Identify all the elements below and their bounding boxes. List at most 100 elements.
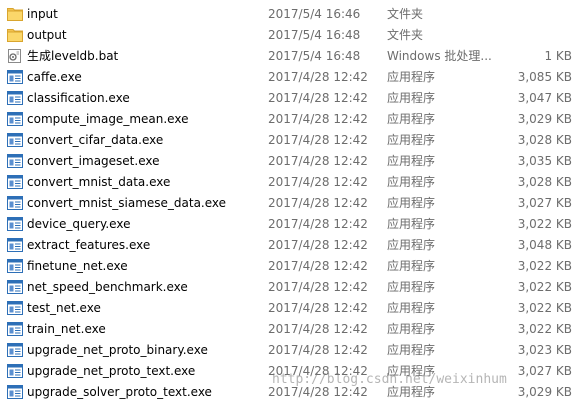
- file-date-modified: 2017/4/28 12:42: [268, 133, 368, 147]
- file-name[interactable]: output: [27, 25, 67, 46]
- file-type: 应用程序: [387, 238, 436, 252]
- file-name[interactable]: input: [27, 4, 58, 25]
- file-row[interactable]: test_net.exe 2017/4/28 12:42 应用程序 3,022 KB: [0, 298, 583, 319]
- file-size: 3,023 KB: [517, 343, 572, 357]
- file-type: 应用程序: [387, 133, 436, 147]
- file-type: 应用程序: [387, 364, 436, 378]
- file-name[interactable]: classification.exe: [27, 88, 130, 109]
- application-icon: [7, 280, 23, 294]
- file-type: 应用程序: [387, 385, 436, 399]
- file-row[interactable]: device_query.exe 2017/4/28 12:42 应用程序 3,022…: [0, 214, 583, 235]
- application-icon: [7, 238, 23, 252]
- application-icon: [7, 91, 23, 105]
- file-row[interactable]: compute_image_mean.exe 2017/4/28 12:42 应用程…: [0, 109, 583, 130]
- file-row[interactable]: output 2017/5/4 16:48 文件夹: [0, 25, 583, 46]
- file-type: 应用程序: [387, 301, 436, 315]
- file-name[interactable]: test_net.exe: [27, 298, 101, 319]
- file-name[interactable]: caffe.exe: [27, 67, 82, 88]
- file-type: 应用程序: [387, 91, 436, 105]
- folder-icon: [7, 7, 23, 21]
- application-icon: [7, 154, 23, 168]
- application-icon: [7, 217, 23, 231]
- file-date-modified: 2017/4/28 12:42: [268, 91, 368, 105]
- file-date-modified: 2017/4/28 12:42: [268, 175, 368, 189]
- file-date-modified: 2017/5/4 16:48: [268, 28, 361, 42]
- application-icon: [7, 259, 23, 273]
- file-name[interactable]: upgrade_solver_proto_text.exe: [27, 382, 212, 403]
- file-row[interactable]: convert_imageset.exe 2017/4/28 12:42 应用程序 3…: [0, 151, 583, 172]
- file-name[interactable]: convert_imageset.exe: [27, 151, 160, 172]
- file-name[interactable]: train_net.exe: [27, 319, 106, 340]
- file-size: 3,022 KB: [517, 280, 572, 294]
- file-name[interactable]: convert_mnist_data.exe: [27, 172, 170, 193]
- file-date-modified: 2017/4/28 12:42: [268, 364, 368, 378]
- file-type: 应用程序: [387, 112, 436, 126]
- file-date-modified: 2017/4/28 12:42: [268, 154, 368, 168]
- file-size: 3,048 KB: [517, 238, 572, 252]
- application-icon: [7, 133, 23, 147]
- file-date-modified: 2017/4/28 12:42: [268, 385, 368, 399]
- file-size: 3,047 KB: [517, 91, 572, 105]
- file-size: 3,022 KB: [517, 259, 572, 273]
- file-row[interactable]: extract_features.exe 2017/4/28 12:42 应用程序 3…: [0, 235, 583, 256]
- file-size: 3,022 KB: [517, 217, 572, 231]
- file-type: 应用程序: [387, 70, 436, 84]
- file-row[interactable]: net_speed_benchmark.exe 2017/4/28 12:42 应用…: [0, 277, 583, 298]
- file-type: 应用程序: [387, 196, 436, 210]
- application-icon: [7, 301, 23, 315]
- file-row[interactable]: finetune_net.exe 2017/4/28 12:42 应用程序 3,022…: [0, 256, 583, 277]
- file-row[interactable]: upgrade_net_proto_binary.exe 2017/4/28 12…: [0, 340, 583, 361]
- file-size: 3,027 KB: [517, 364, 572, 378]
- file-type: 应用程序: [387, 217, 436, 231]
- file-type: 应用程序: [387, 280, 436, 294]
- file-name[interactable]: upgrade_net_proto_text.exe: [27, 361, 195, 382]
- file-name[interactable]: extract_features.exe: [27, 235, 150, 256]
- file-name[interactable]: convert_mnist_siamese_data.exe: [27, 193, 226, 214]
- file-row[interactable]: 生成leveldb.bat 2017/5/4 16:48 Windows 批处理..…: [0, 46, 583, 67]
- file-date-modified: 2017/4/28 12:42: [268, 322, 368, 336]
- file-date-modified: 2017/5/4 16:46: [268, 7, 361, 21]
- file-name[interactable]: net_speed_benchmark.exe: [27, 277, 188, 298]
- file-type: 文件夹: [387, 28, 424, 42]
- application-icon: [7, 196, 23, 210]
- file-row[interactable]: convert_mnist_siamese_data.exe 2017/4/28 …: [0, 193, 583, 214]
- file-size: 3,085 KB: [517, 70, 572, 84]
- file-type: Windows 批处理...: [387, 49, 492, 63]
- file-date-modified: 2017/4/28 12:42: [268, 259, 368, 273]
- file-name[interactable]: 生成leveldb.bat: [27, 46, 118, 67]
- file-name[interactable]: finetune_net.exe: [27, 256, 128, 277]
- file-size: 3,028 KB: [517, 133, 572, 147]
- file-type: 应用程序: [387, 154, 436, 168]
- file-date-modified: 2017/4/28 12:42: [268, 70, 368, 84]
- file-type: 应用程序: [387, 322, 436, 336]
- file-row[interactable]: classification.exe 2017/4/28 12:42 应用程序 3,0…: [0, 88, 583, 109]
- file-date-modified: 2017/4/28 12:42: [268, 280, 368, 294]
- file-name[interactable]: upgrade_net_proto_binary.exe: [27, 340, 208, 361]
- file-size: 3,022 KB: [517, 301, 572, 315]
- file-size: 3,028 KB: [517, 175, 572, 189]
- application-icon: [7, 385, 23, 399]
- file-date-modified: 2017/5/4 16:48: [268, 49, 361, 63]
- file-size: 1 KB: [544, 49, 572, 63]
- file-date-modified: 2017/4/28 12:42: [268, 112, 368, 126]
- file-size: 3,022 KB: [517, 322, 572, 336]
- file-row[interactable]: caffe.exe 2017/4/28 12:42 应用程序 3,085 KB: [0, 67, 583, 88]
- file-date-modified: 2017/4/28 12:42: [268, 217, 368, 231]
- file-row[interactable]: input 2017/5/4 16:46 文件夹: [0, 4, 583, 25]
- file-row[interactable]: convert_cifar_data.exe 2017/4/28 12:42 应用程…: [0, 130, 583, 151]
- file-row[interactable]: train_net.exe 2017/4/28 12:42 应用程序 3,022 KB: [0, 319, 583, 340]
- file-row[interactable]: upgrade_solver_proto_text.exe 2017/4/28 1…: [0, 382, 583, 403]
- file-size: 3,029 KB: [517, 385, 572, 399]
- file-type: 应用程序: [387, 259, 436, 273]
- file-name[interactable]: device_query.exe: [27, 214, 130, 235]
- file-type: 文件夹: [387, 7, 424, 21]
- file-name[interactable]: convert_cifar_data.exe: [27, 130, 163, 151]
- file-date-modified: 2017/4/28 12:42: [268, 343, 368, 357]
- file-name[interactable]: compute_image_mean.exe: [27, 109, 188, 130]
- application-icon: [7, 343, 23, 357]
- file-type: 应用程序: [387, 175, 436, 189]
- file-size: 3,029 KB: [517, 112, 572, 126]
- file-row[interactable]: upgrade_net_proto_text.exe 2017/4/28 12:4…: [0, 361, 583, 382]
- file-row[interactable]: convert_mnist_data.exe 2017/4/28 12:42 应用程…: [0, 172, 583, 193]
- file-date-modified: 2017/4/28 12:42: [268, 238, 368, 252]
